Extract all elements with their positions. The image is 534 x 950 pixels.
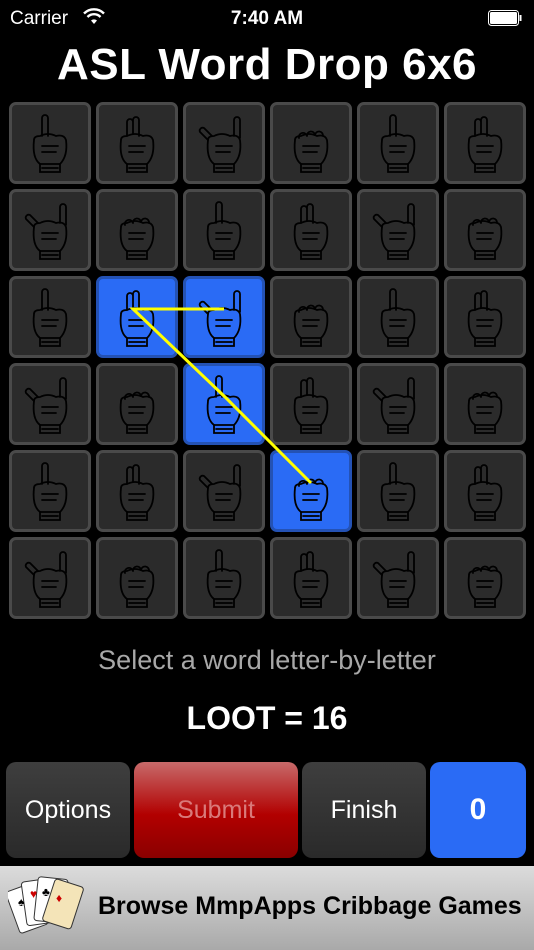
- letter-tile-h[interactable]: [444, 189, 526, 271]
- letter-tile-c[interactable]: [96, 363, 178, 445]
- asl-hand-sign-icon: [119, 391, 155, 434]
- asl-hand-sign-icon: [293, 551, 329, 608]
- asl-hand-sign-icon: [372, 377, 416, 434]
- asl-hand-sign-icon: [293, 203, 329, 260]
- letter-tile-s[interactable]: [96, 537, 178, 619]
- asl-hand-sign-icon: [380, 114, 416, 173]
- letter-tile-d[interactable]: [183, 102, 265, 184]
- letter-tile-y[interactable]: [9, 537, 91, 619]
- letter-tile-i[interactable]: [444, 102, 526, 184]
- asl-hand-sign-icon: [293, 304, 329, 347]
- asl-hand-sign-icon: [293, 130, 329, 173]
- asl-hand-sign-icon: [467, 290, 503, 347]
- playing-cards-icon: ♠ ♥ ♣ ♦: [8, 876, 84, 934]
- svg-text:♥: ♥: [30, 887, 37, 901]
- asl-hand-sign-icon: [380, 462, 416, 521]
- letter-tile-h[interactable]: [444, 537, 526, 619]
- ad-banner[interactable]: ♠ ♥ ♣ ♦ Browse MmpApps Cribbage Games: [0, 866, 534, 950]
- asl-hand-sign-icon: [24, 551, 68, 608]
- letter-tile-d[interactable]: [270, 102, 352, 184]
- asl-hand-sign-icon: [119, 116, 155, 173]
- letter-tile-c[interactable]: [9, 276, 91, 358]
- letter-tile-y[interactable]: [9, 102, 91, 184]
- asl-hand-sign-icon: [119, 217, 155, 260]
- svg-text:♦: ♦: [56, 891, 62, 905]
- asl-hand-sign-icon: [467, 217, 503, 260]
- letter-tile-c[interactable]: [357, 363, 439, 445]
- asl-hand-sign-icon: [293, 478, 329, 521]
- asl-hand-sign-icon: [467, 116, 503, 173]
- letter-tile-a[interactable]: [183, 189, 265, 271]
- asl-hand-sign-icon: [32, 288, 68, 347]
- score-display: 0: [430, 762, 526, 858]
- letter-tile-l[interactable]: [270, 450, 352, 532]
- asl-hand-sign-icon: [206, 375, 242, 434]
- asl-hand-sign-icon: [32, 114, 68, 173]
- options-button[interactable]: Options: [6, 762, 130, 858]
- asl-hand-sign-icon: [198, 464, 242, 521]
- asl-hand-sign-icon: [198, 290, 242, 347]
- asl-hand-sign-icon: [206, 201, 242, 260]
- svg-text:♠: ♠: [18, 895, 25, 909]
- asl-hand-sign-icon: [119, 565, 155, 608]
- letter-tile-n[interactable]: [357, 276, 439, 358]
- letter-tile-s[interactable]: [9, 189, 91, 271]
- letter-tile-g[interactable]: [357, 450, 439, 532]
- asl-hand-sign-icon: [380, 288, 416, 347]
- letter-tile-m[interactable]: [270, 276, 352, 358]
- asl-hand-sign-icon: [372, 551, 416, 608]
- letter-tile-a[interactable]: [96, 102, 178, 184]
- letter-tile-i[interactable]: [183, 450, 265, 532]
- ad-text: Browse MmpApps Cribbage Games: [98, 892, 522, 920]
- submit-button[interactable]: Submit: [134, 762, 298, 858]
- letter-tile-w[interactable]: [444, 276, 526, 358]
- asl-hand-sign-icon: [293, 377, 329, 434]
- letter-tile-i[interactable]: [270, 537, 352, 619]
- asl-hand-sign-icon: [467, 391, 503, 434]
- asl-hand-sign-icon: [119, 464, 155, 521]
- letter-tile-o[interactable]: [183, 276, 265, 358]
- letter-tile-s[interactable]: [357, 537, 439, 619]
- asl-hand-sign-icon: [206, 549, 242, 608]
- current-word-score: LOOT = 16: [186, 700, 348, 736]
- asl-hand-sign-icon: [467, 565, 503, 608]
- letter-tile-s[interactable]: [357, 189, 439, 271]
- letter-tile-t[interactable]: [9, 363, 91, 445]
- letter-tile-s[interactable]: [96, 450, 178, 532]
- letter-tile-f[interactable]: [444, 363, 526, 445]
- svg-text:♣: ♣: [42, 885, 50, 899]
- letter-tile-i[interactable]: [183, 537, 265, 619]
- letter-tile-r[interactable]: [357, 102, 439, 184]
- letter-tile-e[interactable]: [270, 189, 352, 271]
- asl-hand-sign-icon: [467, 464, 503, 521]
- asl-hand-sign-icon: [24, 203, 68, 260]
- letter-tile-y[interactable]: [270, 363, 352, 445]
- asl-hand-sign-icon: [198, 116, 242, 173]
- letter-board: [0, 0, 534, 640]
- asl-hand-sign-icon: [372, 203, 416, 260]
- letter-tile-a[interactable]: [96, 189, 178, 271]
- asl-hand-sign-icon: [24, 377, 68, 434]
- finish-button[interactable]: Finish: [302, 762, 426, 858]
- instruction-text: Select a word letter-by-letter: [98, 645, 436, 675]
- letter-tile-t[interactable]: [9, 450, 91, 532]
- asl-hand-sign-icon: [32, 462, 68, 521]
- letter-tile-o[interactable]: [183, 363, 265, 445]
- asl-hand-sign-icon: [119, 290, 155, 347]
- letter-tile-l[interactable]: [96, 276, 178, 358]
- letter-tile-k[interactable]: [444, 450, 526, 532]
